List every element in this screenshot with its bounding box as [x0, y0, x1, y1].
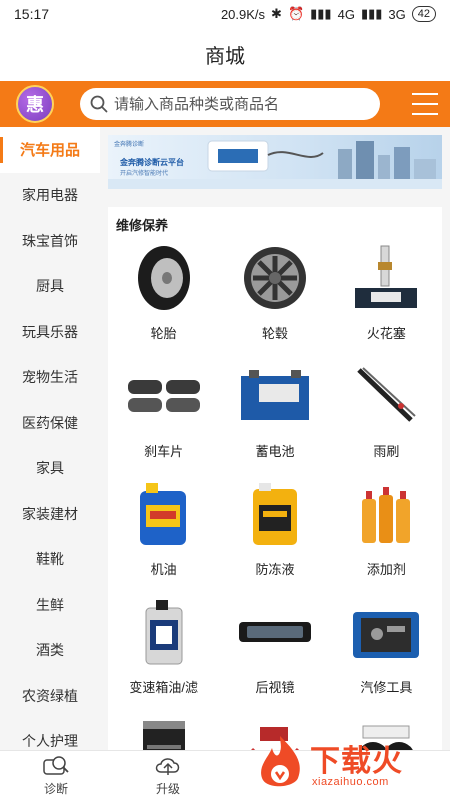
search-header: 惠: [0, 81, 450, 127]
product-label: 汽修工具: [360, 680, 413, 695]
bluetooth-icon: ✱: [271, 6, 282, 21]
product-label: 火花塞: [366, 326, 406, 341]
product-engine-oil[interactable]: 机油: [108, 477, 219, 585]
spark-plug-icon: [346, 241, 426, 315]
product-brake-pad[interactable]: 刹车片: [108, 359, 219, 467]
product-antifreeze[interactable]: 防冻液: [219, 477, 330, 585]
sidebar-item-auto[interactable]: 汽车用品: [0, 127, 100, 173]
watermark-subtext: xiazaihuo.com: [312, 776, 389, 788]
sidebar-item-kitchen[interactable]: 厨具: [0, 264, 100, 310]
oil-filter-icon: [124, 713, 204, 750]
product-label: 雨刷: [373, 444, 400, 459]
sidebar-item-pets[interactable]: 宠物生活: [0, 355, 100, 401]
battery-icon: [235, 359, 315, 433]
battery-icon: 42: [411, 6, 436, 22]
product-label: 刹车片: [144, 444, 184, 459]
product-spark-plug[interactable]: 火花塞: [331, 241, 442, 349]
sidebar-item-toys[interactable]: 玩具乐器: [0, 309, 100, 355]
product-additive[interactable]: 添加剂: [331, 477, 442, 585]
product-label: 后视镜: [255, 680, 295, 695]
status-indicators: 20.9K/s ✱ ⏰ ▮▮▮ 4G ▮▮▮ 3G 42: [221, 6, 436, 22]
promo-banner[interactable]: 金奔腾诊断 金奔腾诊断云平台 开启汽修智能时代: [108, 135, 442, 189]
menu-icon[interactable]: [412, 93, 438, 115]
additive-icon: [346, 477, 426, 551]
product-transmission-oil[interactable]: 变速箱油/滤: [108, 595, 219, 703]
banner-headline: 金奔腾诊断云平台: [120, 158, 184, 167]
product-label: 变速箱油/滤: [129, 680, 198, 695]
watermark-text: 下载火: [310, 745, 403, 778]
section-title: 维修保养: [116, 218, 169, 233]
network-type-2: 3G: [388, 6, 406, 22]
product-grid: 轮胎 轮毂 火花塞 刹车片 蓄电池 雨刷 机油 防冻液 添加剂 变速箱油/滤 后…: [108, 241, 442, 750]
engine-oil-icon: [124, 477, 204, 551]
page-title: 商城: [0, 28, 450, 81]
maintenance-section: 维修保养 轮胎 轮毂 火花塞 刹车片 蓄电池 雨刷 机油 防冻液 添加剂 变速箱…: [108, 207, 442, 750]
tab-label: 升级: [155, 782, 180, 796]
toolbox-icon: [346, 595, 426, 669]
main-content: 金奔腾诊断 金奔腾诊断云平台 开启汽修智能时代 维修保养 轮胎 轮毂 火花塞 刹…: [100, 127, 450, 750]
sidebar-item-jewelry[interactable]: 珠宝首饰: [0, 218, 100, 264]
tire-icon: [124, 241, 204, 315]
product-label: 蓄电池: [255, 444, 295, 459]
category-sidebar: 汽车用品 家用电器 珠宝首饰 厨具 玩具乐器 宠物生活 医药保健 家具 家装建材…: [0, 127, 100, 750]
search-input[interactable]: [114, 95, 354, 113]
avatar[interactable]: 惠: [16, 85, 54, 123]
wiper-icon: [346, 359, 426, 433]
product-label: 轮毂: [261, 326, 288, 341]
product-battery[interactable]: 蓄电池: [219, 359, 330, 467]
sidebar-item-health[interactable]: 医药保健: [0, 400, 100, 446]
sidebar-item-care[interactable]: 个人护理: [0, 719, 100, 751]
network-type-1: 4G: [337, 6, 355, 22]
product-label: 机油: [150, 562, 177, 577]
watermark: 下载火 xiazaihuo.com: [254, 734, 442, 794]
antifreeze-icon: [235, 477, 315, 551]
sidebar-item-fresh[interactable]: 生鲜: [0, 582, 100, 628]
signal-icon-2: ▮▮▮: [360, 6, 383, 21]
status-bar: 15:17 20.9K/s ✱ ⏰ ▮▮▮ 4G ▮▮▮ 3G 42: [0, 0, 450, 28]
sidebar-item-shoes[interactable]: 鞋靴: [0, 537, 100, 583]
sidebar-item-appliances[interactable]: 家用电器: [0, 173, 100, 219]
banner-subtext: 开启汽修智能时代: [120, 171, 169, 177]
tab-diagnose[interactable]: 诊断: [0, 751, 112, 800]
brake-pad-icon: [124, 359, 204, 433]
product-tire[interactable]: 轮胎: [108, 241, 219, 349]
product-label: 轮胎: [150, 326, 177, 341]
product-rim[interactable]: 轮毂: [219, 241, 330, 349]
wheel-rim-icon: [235, 241, 315, 315]
alarm-icon: ⏰: [287, 6, 305, 21]
product-oil-filter[interactable]: [108, 713, 219, 750]
network-speed: 20.9K/s: [220, 6, 266, 22]
diagnose-icon: [43, 756, 69, 775]
signal-icon: ▮▮▮: [310, 6, 332, 21]
product-label: 防冻液: [255, 562, 295, 577]
status-time: 15:17: [14, 6, 50, 22]
sidebar-item-building[interactable]: 家装建材: [0, 491, 100, 537]
transmission-oil-icon: [124, 595, 204, 669]
sidebar-item-agri[interactable]: 农资绿植: [0, 673, 100, 719]
product-toolbox[interactable]: 汽修工具: [331, 595, 442, 703]
search-box[interactable]: [80, 88, 380, 120]
sidebar-item-wine[interactable]: 酒类: [0, 628, 100, 674]
sidebar-item-furniture[interactable]: 家具: [0, 446, 100, 492]
mirror-icon: [235, 595, 315, 669]
flame-logo-icon: [261, 736, 300, 787]
product-wiper[interactable]: 雨刷: [331, 359, 442, 467]
product-label: 添加剂: [366, 562, 406, 577]
tab-label: 诊断: [43, 782, 68, 796]
cloud-upgrade-icon: [155, 758, 180, 775]
tab-upgrade[interactable]: 升级: [112, 751, 224, 800]
product-mirror[interactable]: 后视镜: [219, 595, 330, 703]
search-icon: [90, 95, 108, 113]
banner-logo-text: 金奔腾诊断: [114, 142, 145, 148]
